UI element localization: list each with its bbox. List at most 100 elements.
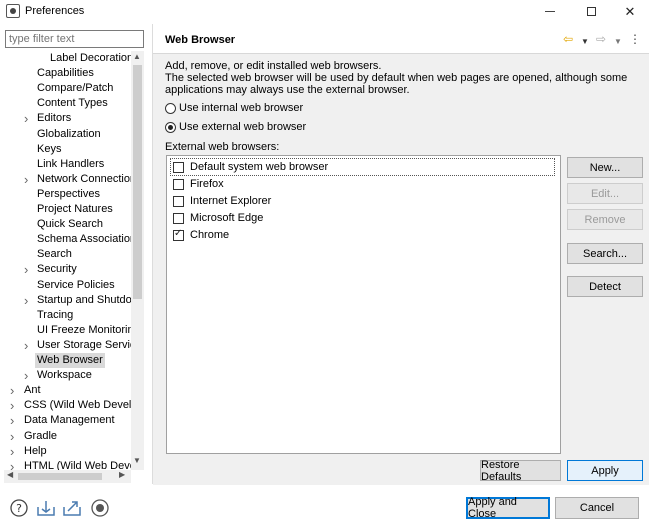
tree-item[interactable]: Capabilities: [37, 66, 94, 81]
tree-item[interactable]: Perspectives: [37, 187, 100, 202]
expand-arrow-icon[interactable]: ›: [24, 338, 28, 353]
expand-arrow-icon[interactable]: ›: [10, 383, 14, 398]
cancel-button[interactable]: Cancel: [555, 497, 639, 519]
browser-row[interactable]: Firefox: [173, 176, 224, 192]
expand-arrow-icon[interactable]: ›: [10, 413, 14, 428]
radio-external-browser[interactable]: Use external web browser: [165, 120, 306, 134]
tree-item[interactable]: Gradle: [24, 429, 57, 444]
tree-item[interactable]: Tracing: [37, 308, 73, 323]
app-icon: [6, 4, 20, 18]
scroll-down-icon[interactable]: ▼: [133, 456, 141, 465]
tree-item[interactable]: Network Connection: [37, 172, 136, 187]
radio-label: Use external web browser: [179, 121, 307, 133]
tree-item[interactable]: Data Management: [24, 413, 115, 428]
expand-arrow-icon[interactable]: ›: [24, 293, 28, 308]
radio-button[interactable]: [165, 102, 176, 114]
browser-row[interactable]: Microsoft Edge: [173, 210, 263, 226]
page-header: Web Browser ⇦ ▼ ⇨ ▼ ⋮: [153, 24, 649, 54]
tree-item[interactable]: Help: [24, 444, 47, 459]
apply-and-close-button[interactable]: Apply and Close: [466, 496, 550, 520]
svg-text:?: ?: [16, 502, 22, 515]
close-button[interactable]: ✕: [612, 0, 648, 23]
apply-button[interactable]: Apply: [567, 460, 643, 481]
page-description: Add, remove, or edit installed web brows…: [165, 60, 635, 96]
tree-item[interactable]: Startup and Shutdow: [37, 293, 140, 308]
forward-arrow-icon[interactable]: ⇨: [596, 31, 606, 47]
tree-item[interactable]: Globalization: [37, 127, 101, 142]
import-icon[interactable]: [37, 499, 55, 517]
expand-arrow-icon[interactable]: ›: [10, 429, 14, 444]
tree-item[interactable]: Link Handlers: [37, 157, 104, 172]
maximize-button[interactable]: [573, 0, 609, 23]
tree-item[interactable]: Label Decorations: [50, 51, 139, 66]
browser-row[interactable]: Default system web browser: [170, 158, 555, 176]
radio-button[interactable]: [165, 121, 176, 133]
description-line: Add, remove, or edit installed web brows…: [165, 60, 382, 72]
tree-horizontal-scrollbar[interactable]: ◀ ▶: [4, 470, 131, 483]
browser-row[interactable]: Chrome: [173, 227, 229, 243]
tree-item[interactable]: Schema Associations: [37, 232, 142, 247]
forward-dropdown-icon[interactable]: ▼: [614, 34, 622, 50]
expand-arrow-icon[interactable]: ›: [24, 262, 28, 277]
back-dropdown-icon[interactable]: ▼: [581, 34, 589, 50]
scroll-up-icon[interactable]: ▲: [133, 52, 141, 61]
browser-checkbox[interactable]: [173, 228, 184, 241]
expand-arrow-icon[interactable]: ›: [10, 444, 14, 459]
filter-input[interactable]: [5, 30, 144, 48]
tree-item[interactable]: CSS (Wild Web Develop: [24, 398, 144, 413]
tree-item[interactable]: Compare/Patch: [37, 81, 113, 96]
tree-item[interactable]: Workspace: [37, 368, 92, 383]
tree-item[interactable]: Quick Search: [37, 217, 103, 232]
restore-defaults-button[interactable]: Restore Defaults: [480, 459, 561, 483]
browser-name: Default system web browser: [190, 161, 329, 173]
tree-item[interactable]: Project Natures: [37, 202, 113, 217]
remove-button[interactable]: Remove: [567, 209, 643, 230]
edit-button[interactable]: Edit...: [567, 183, 643, 204]
browser-checkbox[interactable]: [173, 178, 184, 190]
dialog-button-bar: ? Apply and Close Cancel: [0, 485, 649, 528]
new-button[interactable]: New...: [567, 157, 643, 178]
expand-arrow-icon[interactable]: ›: [24, 368, 28, 383]
minimize-button[interactable]: [532, 0, 568, 23]
tree-item[interactable]: UI Freeze Monitoring: [37, 323, 140, 338]
tree-item[interactable]: Keys: [37, 142, 61, 157]
tree-item[interactable]: User Storage Service: [37, 338, 142, 353]
scroll-right-icon[interactable]: ▶: [119, 470, 125, 479]
external-browsers-label: External web browsers:: [165, 141, 280, 153]
expand-arrow-icon[interactable]: ›: [24, 111, 28, 126]
tree-vertical-scrollbar[interactable]: ▲ ▼: [131, 51, 144, 470]
detect-button[interactable]: Detect: [567, 276, 643, 297]
tree-item[interactable]: HTML (Wild Web Develo: [24, 459, 144, 470]
search-button[interactable]: Search...: [567, 243, 643, 264]
tree-item[interactable]: Service Policies: [37, 278, 115, 293]
tree-item[interactable]: Web Browser: [35, 353, 105, 368]
view-menu-icon[interactable]: ⋮: [629, 31, 641, 47]
help-icon[interactable]: ?: [10, 499, 28, 517]
browser-checkbox[interactable]: [173, 195, 184, 207]
close-icon: ✕: [624, 3, 636, 19]
scroll-thumb[interactable]: [133, 65, 142, 299]
tree-item[interactable]: Search: [37, 247, 72, 262]
window-title: Preferences: [25, 5, 85, 17]
tree-item[interactable]: Content Types: [37, 96, 108, 111]
expand-arrow-icon[interactable]: ›: [10, 459, 14, 470]
browser-row[interactable]: Internet Explorer: [173, 193, 271, 209]
preference-tree: Label Decorations Capabilities Compare/Pat…: [4, 51, 144, 470]
export-icon[interactable]: [63, 499, 81, 517]
preference-page: Web Browser ⇦ ▼ ⇨ ▼ ⋮ Add, remove, or ed…: [153, 24, 649, 485]
external-browsers-list: Default system web browser Firefox Interne…: [166, 155, 561, 454]
browser-checkbox[interactable]: [173, 212, 184, 224]
maximize-icon: [586, 7, 596, 16]
tree-item[interactable]: Editors: [37, 111, 71, 126]
expand-arrow-icon[interactable]: ›: [24, 172, 28, 187]
browser-checkbox[interactable]: [173, 161, 184, 173]
expand-arrow-icon[interactable]: ›: [10, 398, 14, 413]
tree-item[interactable]: Ant: [24, 383, 41, 398]
radio-internal-browser[interactable]: Use internal web browser: [165, 101, 303, 115]
tree-item[interactable]: Security: [37, 262, 77, 277]
browser-name: Firefox: [190, 178, 224, 190]
record-icon[interactable]: [91, 499, 109, 517]
scroll-thumb[interactable]: [18, 473, 102, 480]
back-arrow-icon[interactable]: ⇦: [563, 31, 573, 47]
scroll-left-icon[interactable]: ◀: [7, 470, 13, 479]
